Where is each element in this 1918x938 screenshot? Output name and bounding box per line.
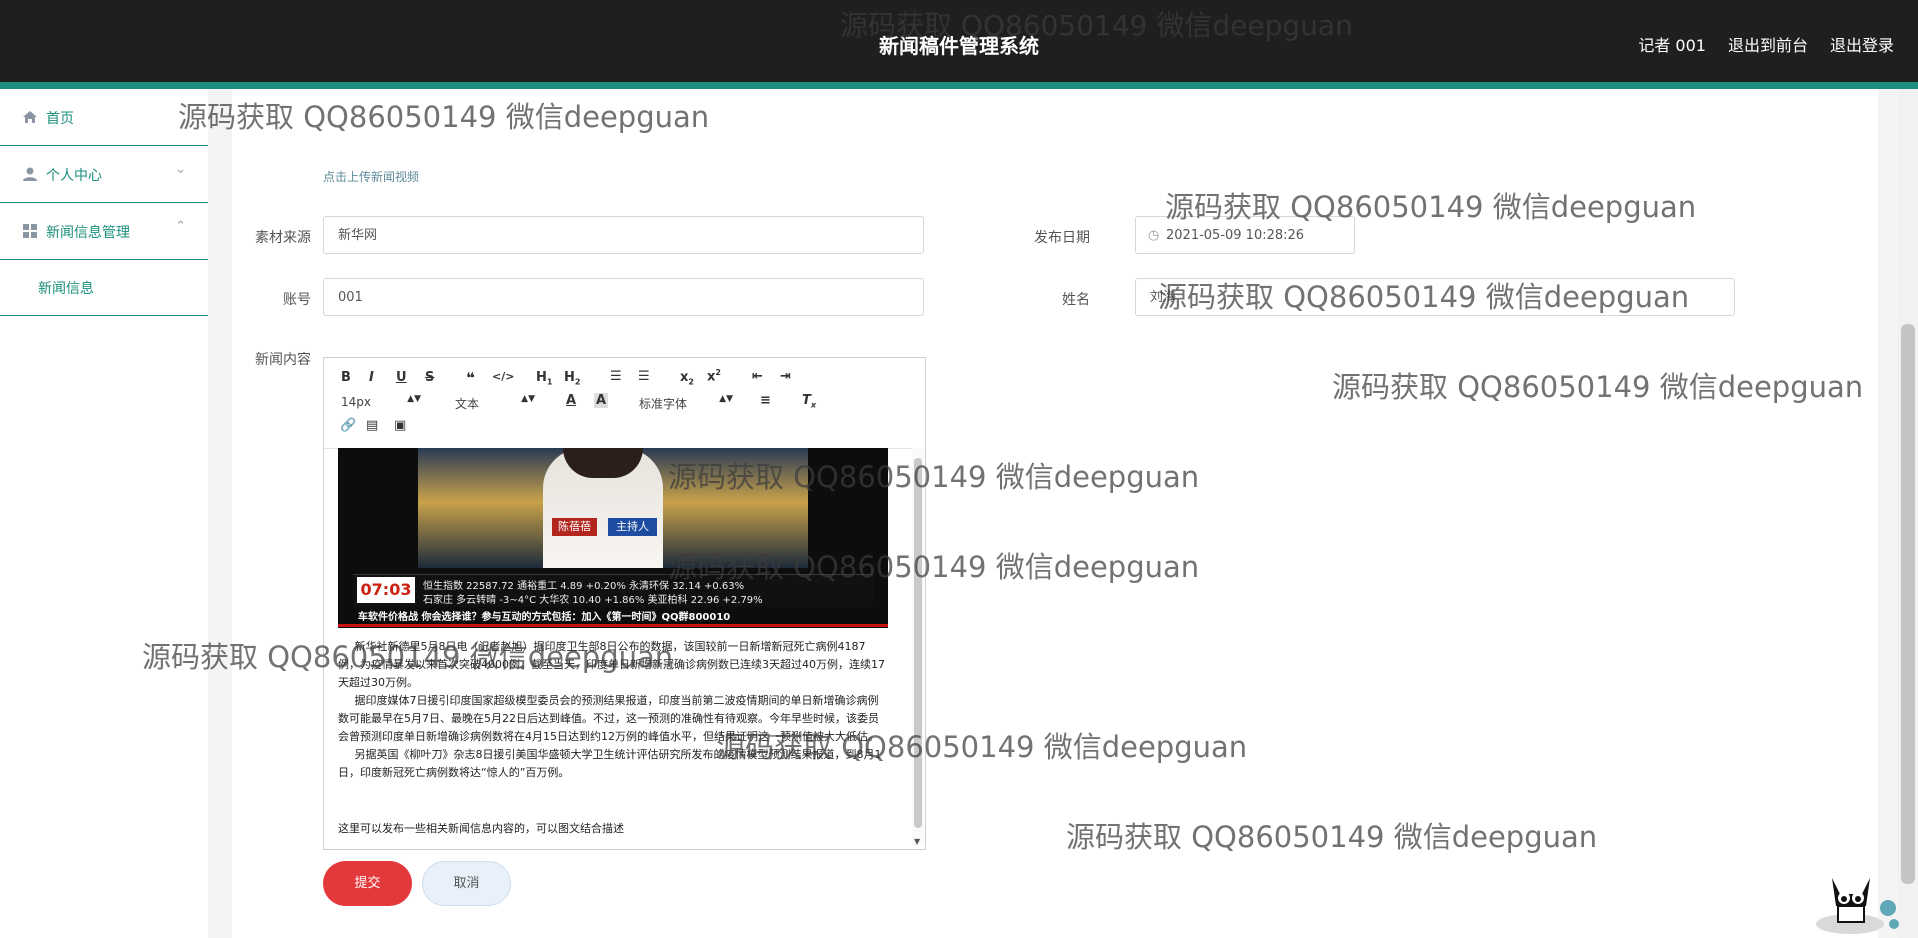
logout-link[interactable]: 退出登录	[1830, 32, 1894, 56]
ordered-list-icon[interactable]: ☰	[610, 369, 622, 384]
background-color-button[interactable]: A	[594, 393, 609, 408]
sidebar-item-label: 首页	[46, 111, 74, 127]
scroll-down-icon[interactable]: ▼	[914, 837, 920, 846]
indent-icon[interactable]: ⇥	[780, 369, 791, 384]
top-right-menu: 记者 001 退出到前台 退出登录	[1638, 32, 1894, 56]
outdent-icon[interactable]: ⇤	[752, 369, 763, 384]
exit-to-front-link[interactable]: 退出到前台	[1728, 32, 1808, 56]
subscript-button[interactable]: x2	[680, 370, 694, 387]
name-label: 姓名	[1062, 292, 1090, 308]
font-color-button[interactable]: A	[566, 393, 576, 408]
editor-scrollbar-thumb[interactable]	[914, 458, 922, 828]
editor-scrollbar[interactable]: ▼	[912, 448, 924, 846]
navbar-accent-line	[0, 82, 1918, 89]
upload-video-hint[interactable]: 点击上传新闻视频	[323, 168, 419, 185]
blockquote-button[interactable]: ❝	[466, 369, 475, 387]
image-icon[interactable]: ▤	[366, 418, 378, 433]
grid-icon	[22, 223, 38, 239]
code-block-button[interactable]: </>	[492, 370, 514, 383]
sidebar-item-news-management[interactable]: 新闻信息管理 ⌃	[0, 203, 208, 260]
cancel-button[interactable]: 取消	[422, 861, 511, 906]
watermark: 源码获取 QQ86050149 微信deepguan	[142, 640, 674, 674]
paragraph-format-select[interactable]: 文本 ▲▼	[455, 394, 535, 412]
heading2-button[interactable]: H2	[564, 370, 580, 387]
bullet-list-icon[interactable]: ☰	[638, 369, 650, 384]
article-footer-line: 这里可以发布一些相关新闻信息内容的，可以图文结合描述	[338, 822, 624, 835]
watermark: 源码获取 QQ86050149 微信deepguan	[668, 460, 1200, 494]
heading1-button[interactable]: H1	[536, 370, 552, 387]
font-size-select[interactable]: 14px ▲▼	[341, 394, 421, 409]
watermark: 源码获取 QQ86050149 微信deepguan	[716, 730, 1248, 764]
align-icon[interactable]: ≡	[760, 393, 771, 408]
sidebar-item-label: 新闻信息管理	[46, 225, 130, 241]
clock-icon: ◷	[1148, 228, 1160, 243]
select-arrow-icon: ▲▼	[719, 394, 733, 404]
italic-button[interactable]: I	[369, 370, 374, 385]
ticker-line-2: 石家庄 多云转晴 -3~4°C 大华农 10.40 +1.86% 美亚柏科 22…	[423, 595, 763, 606]
editor-toolbar: B I U S ❝ </> H1 H2 ☰ ☰ x2 x2 ⇤ ⇥ 14px ▲▼…	[324, 358, 925, 449]
font-family-select[interactable]: 标准字体 ▲▼	[639, 394, 733, 412]
video-banner: 车软件价格战 你会选择谁？参与互动的方式包括：加入《第一时间》QQ群800010	[358, 612, 731, 623]
sidebar: 首页 个人中心 ⌄ 新闻信息管理 ⌃ 新闻信息	[0, 89, 208, 938]
underline-button[interactable]: U	[396, 370, 407, 385]
user-label[interactable]: 记者 001	[1638, 32, 1706, 56]
account-field[interactable]: 001	[323, 278, 924, 316]
bold-button[interactable]: B	[341, 370, 351, 385]
page-scrollbar[interactable]	[1898, 89, 1918, 938]
clear-format-button[interactable]: Tx	[802, 393, 816, 410]
anchor-title-tag: 主持人	[608, 518, 657, 536]
date-label: 发布日期	[1034, 230, 1090, 246]
sidebar-item-personal-center[interactable]: 个人中心 ⌄	[0, 146, 208, 203]
superscript-button[interactable]: x2	[707, 368, 721, 384]
home-icon	[22, 109, 38, 125]
content-label: 新闻内容	[255, 352, 311, 368]
watermark: 源码获取 QQ86050149 微信deepguan	[668, 550, 1200, 584]
watermark: 源码获取 QQ86050149 微信deepguan	[840, 9, 1353, 42]
anchor-name-tag: 陈蓓蓓	[552, 518, 597, 536]
font-size-value: 14px	[341, 395, 371, 409]
page-scrollbar-thumb[interactable]	[1901, 324, 1915, 884]
video-progress-bar[interactable]	[338, 624, 888, 627]
source-label: 素材来源	[255, 230, 311, 246]
watermark: 源码获取 QQ86050149 微信deepguan	[1332, 370, 1864, 404]
sidebar-subitem-label: 新闻信息	[38, 281, 94, 297]
account-label: 账号	[283, 292, 311, 308]
source-field[interactable]: 新华网	[323, 216, 924, 254]
paragraph-format-value: 文本	[455, 397, 480, 411]
strikethrough-button[interactable]: S	[425, 370, 434, 385]
sidebar-item-label: 个人中心	[46, 168, 102, 184]
sidebar-item-home[interactable]: 首页	[0, 89, 208, 146]
select-arrow-icon: ▲▼	[521, 394, 535, 404]
submit-button[interactable]: 提交	[323, 861, 412, 906]
watermark: 源码获取 QQ86050149 微信deepguan	[1066, 820, 1598, 854]
rich-text-editor[interactable]: B I U S ❝ </> H1 H2 ☰ ☰ x2 x2 ⇤ ⇥ 14px ▲▼…	[323, 357, 926, 850]
sidebar-subitem-news-info[interactable]: 新闻信息	[0, 260, 208, 316]
watermark: 源码获取 QQ86050149 微信deepguan	[1165, 190, 1697, 224]
video-clock: 07:03	[357, 577, 415, 603]
font-family-value: 标准字体	[639, 397, 688, 411]
mascot-cat-icon	[1810, 868, 1900, 934]
user-icon	[22, 166, 38, 182]
chevron-up-icon: ⌃	[175, 219, 186, 234]
video-icon[interactable]: ▣	[394, 418, 406, 433]
link-icon[interactable]: 🔗	[340, 418, 356, 433]
date-value: 2021-05-09 10:28:26	[1166, 228, 1305, 243]
watermark: 源码获取 QQ86050149 微信deepguan	[178, 100, 710, 134]
select-arrow-icon: ▲▼	[407, 394, 421, 404]
watermark: 源码获取 QQ86050149 微信deepguan	[1158, 280, 1690, 314]
chevron-down-icon: ⌄	[175, 162, 186, 177]
